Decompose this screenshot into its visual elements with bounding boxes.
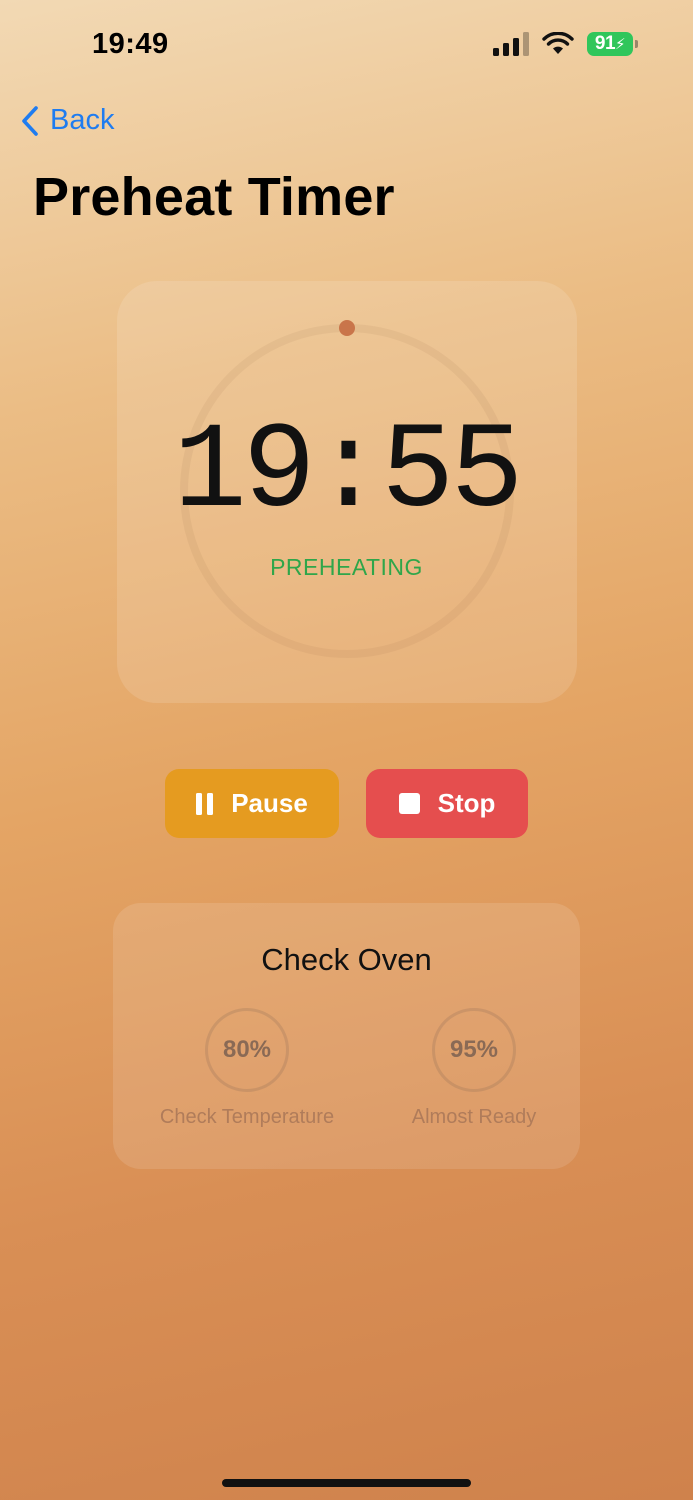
pause-label: Pause: [231, 788, 308, 818]
check-oven-title: Check Oven: [261, 942, 432, 977]
milestone-almost-ready: 95% Almost Ready: [359, 1008, 589, 1129]
home-indicator: [222, 1479, 471, 1487]
timer-progress-dot: [339, 320, 355, 336]
timer-countdown: 19:55: [173, 403, 523, 542]
milestone-label: Almost Ready: [411, 1106, 537, 1128]
milestone-ring: 80%: [205, 1008, 289, 1092]
milestone-percent: 95%: [449, 1036, 499, 1063]
timer-status-label: PREHEATING: [270, 554, 423, 580]
timer-progress-ring: [180, 320, 514, 658]
pause-button[interactable]: Pause: [165, 769, 339, 838]
pause-icon: [196, 792, 214, 815]
milestone-percent: 80%: [222, 1036, 272, 1063]
stop-button[interactable]: Stop: [366, 769, 528, 838]
stop-label: Stop: [437, 788, 496, 818]
milestone-check-temperature: 80% Check Temperature: [132, 1008, 362, 1129]
milestone-ring: 95%: [432, 1008, 516, 1092]
stop-icon: [398, 793, 420, 814]
milestone-label: Check Temperature: [159, 1106, 335, 1128]
